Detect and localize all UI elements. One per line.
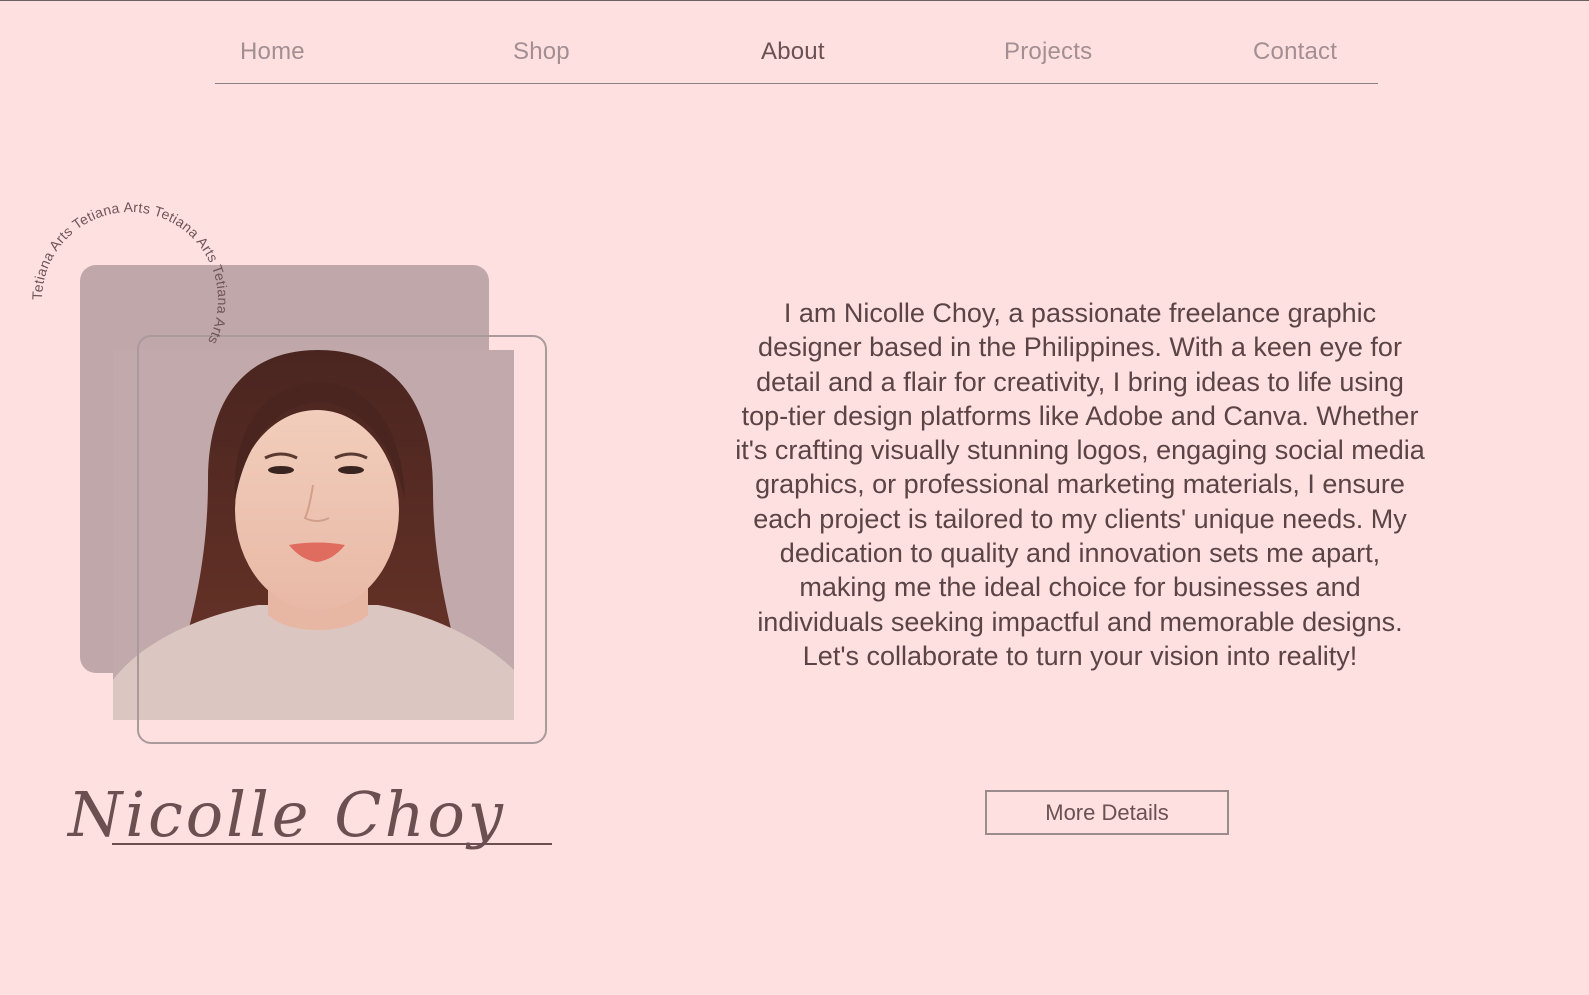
nav-shop[interactable]: Shop — [513, 38, 570, 66]
nav-home[interactable]: Home — [240, 38, 305, 66]
nav-about[interactable]: About — [761, 38, 825, 66]
bio-paragraph: I am Nicolle Choy, a passionate freelanc… — [735, 298, 1425, 671]
stamp-text: Tetiana Arts Tetiana Arts Tetiana Arts T… — [29, 199, 231, 347]
signature: Nicolle Choy — [60, 770, 560, 880]
svg-text:Tetiana Arts Tetiana Arts Teti: Tetiana Arts Tetiana Arts Tetiana Arts T… — [30, 200, 230, 347]
circular-text-stamp: Tetiana Arts Tetiana Arts Tetiana Arts T… — [29, 199, 231, 400]
nav-projects[interactable]: Projects — [1004, 38, 1092, 66]
nav-contact[interactable]: Contact — [1253, 38, 1337, 66]
main-nav: Home Shop About Projects Contact — [215, 28, 1378, 84]
top-border — [0, 0, 1589, 1]
more-details-button[interactable]: More Details — [985, 790, 1229, 835]
signature-text: Nicolle Choy — [66, 778, 506, 851]
